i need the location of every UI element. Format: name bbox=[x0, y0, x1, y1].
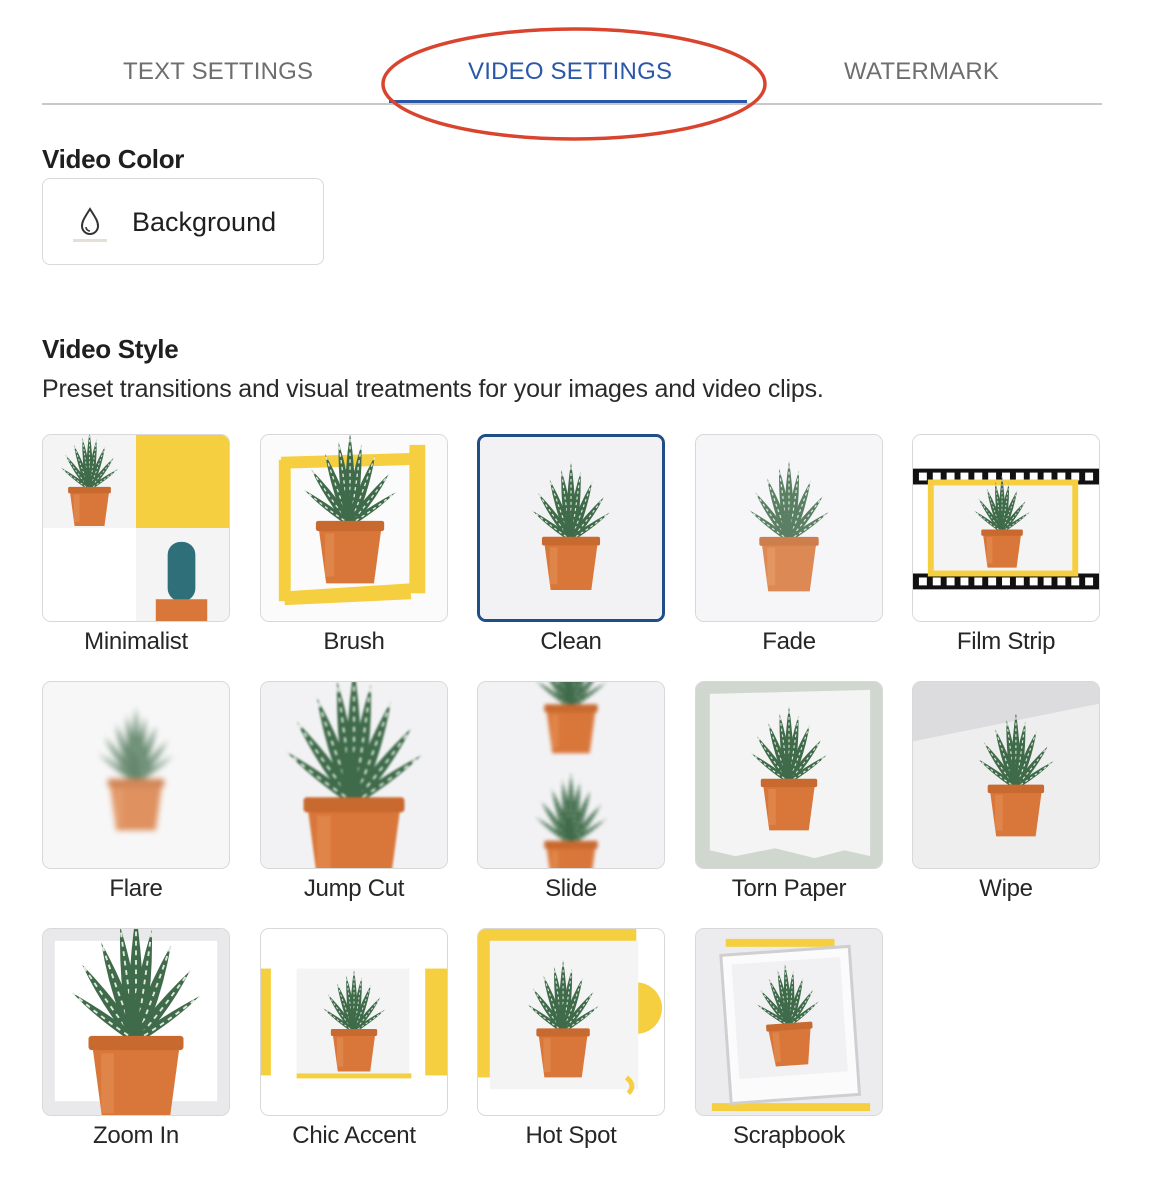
style-label-zoom-in: Zoom In bbox=[93, 1122, 179, 1149]
style-option-flare[interactable] bbox=[42, 681, 230, 869]
tab-watermark[interactable]: WATERMARK bbox=[844, 58, 999, 86]
style-option-slide[interactable] bbox=[477, 681, 665, 869]
style-label-hot-spot: Hot Spot bbox=[525, 1122, 617, 1149]
style-option-hot-spot[interactable] bbox=[477, 928, 665, 1116]
style-option-scrapbook[interactable] bbox=[695, 928, 883, 1116]
style-thumbnail-zoom-in bbox=[43, 929, 229, 1115]
style-thumbnail-torn-paper bbox=[696, 682, 882, 868]
style-label-fade: Fade bbox=[762, 628, 816, 655]
style-label-jump-cut: Jump Cut bbox=[303, 875, 405, 902]
style-label-slide: Slide bbox=[545, 875, 597, 902]
background-color-button[interactable]: Background bbox=[42, 178, 324, 265]
style-label-minimalist: Minimalist bbox=[84, 628, 188, 655]
style-option-torn-paper[interactable] bbox=[695, 681, 883, 869]
style-label-scrapbook: Scrapbook bbox=[732, 1122, 846, 1149]
style-option-film-strip[interactable] bbox=[912, 434, 1100, 622]
style-label-torn-paper: Torn Paper bbox=[731, 875, 847, 902]
background-button-label: Background bbox=[132, 207, 277, 237]
video-style-title: Video Style bbox=[42, 334, 179, 364]
style-thumbnail-jump-cut bbox=[261, 682, 447, 868]
style-label-flare: Flare bbox=[109, 875, 163, 902]
tab-video-settings[interactable]: VIDEO SETTINGS bbox=[468, 58, 672, 86]
style-option-wipe[interactable] bbox=[912, 681, 1100, 869]
style-label-wipe: Wipe bbox=[979, 875, 1033, 902]
style-thumbnail-clean bbox=[480, 437, 662, 619]
droplet-icon bbox=[73, 207, 107, 242]
style-thumbnail-chic-accent bbox=[261, 929, 447, 1115]
style-label-chic-accent: Chic Accent bbox=[292, 1122, 416, 1149]
style-option-clean[interactable] bbox=[477, 434, 665, 622]
style-option-zoom-in[interactable] bbox=[42, 928, 230, 1116]
style-thumbnail-minimalist bbox=[43, 435, 229, 621]
style-thumbnail-brush bbox=[261, 435, 447, 621]
style-option-jump-cut[interactable] bbox=[260, 681, 448, 869]
style-thumbnail-film-strip bbox=[913, 435, 1099, 621]
active-tab-indicator bbox=[389, 100, 747, 103]
style-thumbnail-hot-spot bbox=[478, 929, 664, 1115]
style-option-brush[interactable] bbox=[260, 434, 448, 622]
tab-text-settings[interactable]: TEXT SETTINGS bbox=[123, 58, 313, 86]
style-thumbnail-fade bbox=[696, 435, 882, 621]
style-thumbnail-slide bbox=[478, 682, 664, 868]
style-option-fade[interactable] bbox=[695, 434, 883, 622]
style-thumbnail-scrapbook bbox=[696, 929, 882, 1115]
video-color-title: Video Color bbox=[42, 144, 185, 174]
style-option-minimalist[interactable] bbox=[42, 434, 230, 622]
style-label-clean: Clean bbox=[540, 628, 602, 655]
style-label-brush: Brush bbox=[323, 628, 385, 655]
video-style-description: Preset transitions and visual treatments… bbox=[42, 375, 824, 403]
style-thumbnail-wipe bbox=[913, 682, 1099, 868]
style-option-chic-accent[interactable] bbox=[260, 928, 448, 1116]
settings-tabs: TEXT SETTINGS VIDEO SETTINGS WATERMARK bbox=[42, 40, 1102, 105]
style-thumbnail-flare bbox=[43, 682, 229, 868]
style-label-film-strip: Film Strip bbox=[956, 628, 1056, 655]
